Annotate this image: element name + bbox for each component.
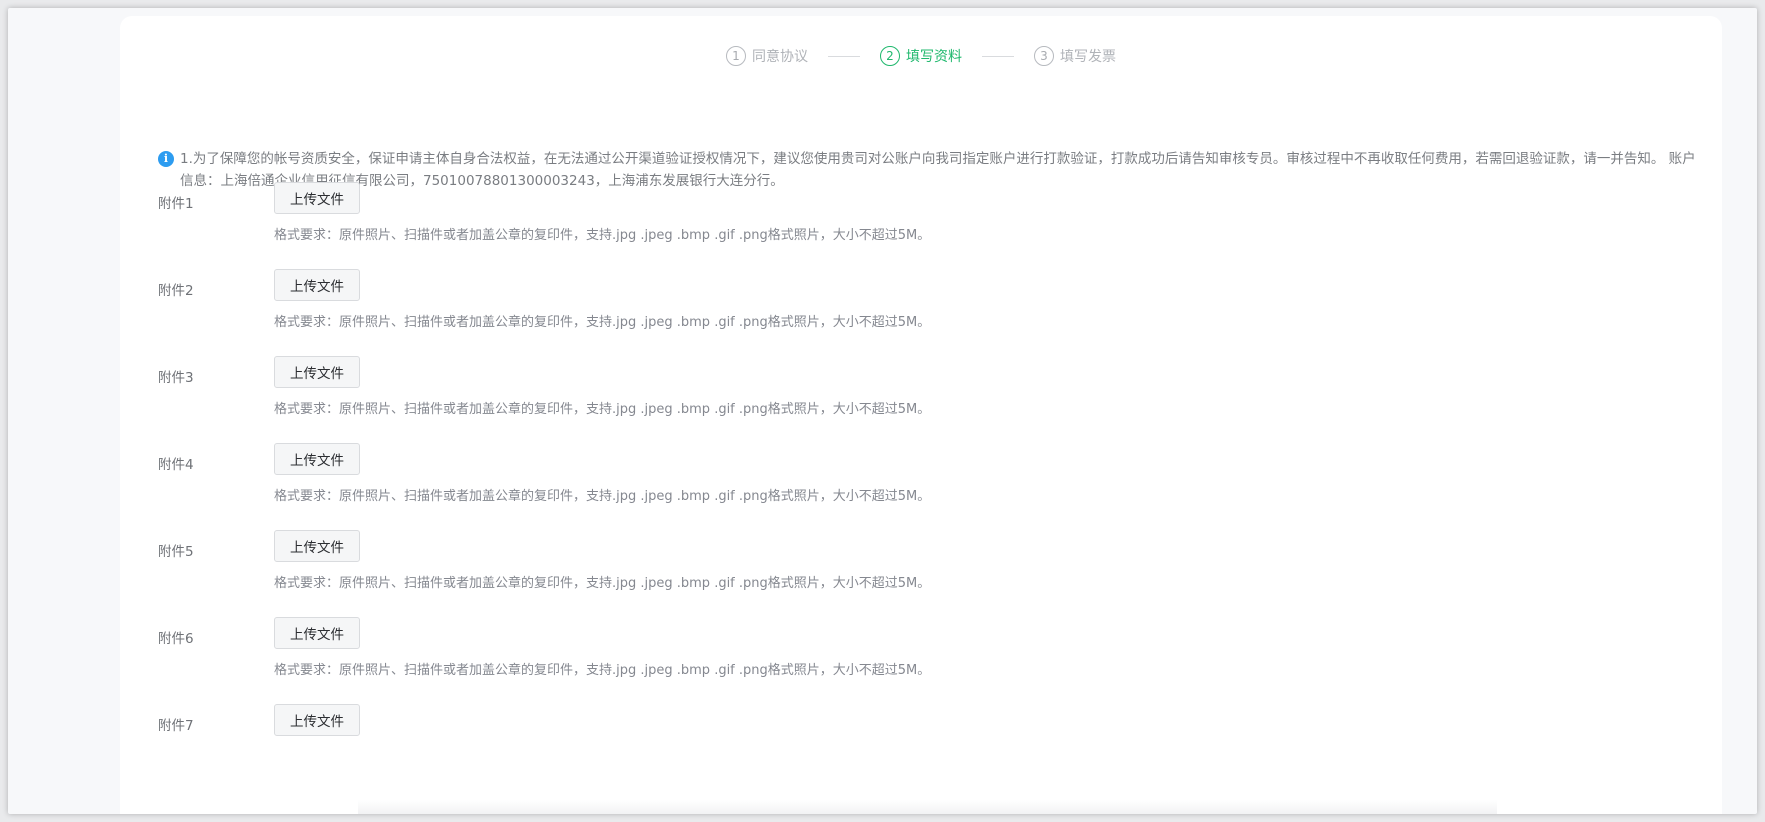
attachment-label: 附件3 xyxy=(158,370,194,386)
format-hint: 格式要求：原件照片、扫描件或者加盖公章的复印件，支持.jpg .jpeg .bm… xyxy=(274,576,931,591)
step-agree: 1 同意协议 xyxy=(726,46,808,66)
step-connector xyxy=(828,55,860,57)
form-card: 1 同意协议 2 填写资料 3 填写发票 i 1.为了保障您的帐号资质安全，保证… xyxy=(120,16,1722,814)
upload-file-button[interactable]: 上传文件 xyxy=(274,704,360,736)
step-number: 2 xyxy=(880,46,900,66)
attachment-label: 附件5 xyxy=(158,544,194,560)
attachment-row-6: 附件6 上传文件 格式要求：原件照片、扫描件或者加盖公章的复印件，支持.jpg … xyxy=(158,617,1158,707)
attachment-label: 附件1 xyxy=(158,196,194,212)
step-fill-invoice: 3 填写发票 xyxy=(1034,46,1116,66)
attachment-label: 附件2 xyxy=(158,283,194,299)
format-hint: 格式要求：原件照片、扫描件或者加盖公章的复印件，支持.jpg .jpeg .bm… xyxy=(274,663,931,678)
step-indicator: 1 同意协议 2 填写资料 3 填写发票 xyxy=(120,46,1722,66)
step-label: 填写发票 xyxy=(1060,49,1116,65)
format-hint: 格式要求：原件照片、扫描件或者加盖公章的复印件，支持.jpg .jpeg .bm… xyxy=(274,315,931,330)
scroll-fade xyxy=(358,800,1497,814)
step-number: 1 xyxy=(726,46,746,66)
upload-file-button[interactable]: 上传文件 xyxy=(274,269,360,301)
attachment-row-3: 附件3 上传文件 格式要求：原件照片、扫描件或者加盖公章的复印件，支持.jpg … xyxy=(158,356,1158,446)
attachment-row-4: 附件4 上传文件 格式要求：原件照片、扫描件或者加盖公章的复印件，支持.jpg … xyxy=(158,443,1158,533)
step-connector xyxy=(982,55,1014,57)
format-hint: 格式要求：原件照片、扫描件或者加盖公章的复印件，支持.jpg .jpeg .bm… xyxy=(274,228,931,243)
attachment-label: 附件6 xyxy=(158,631,194,647)
attachment-row-2: 附件2 上传文件 格式要求：原件照片、扫描件或者加盖公章的复印件，支持.jpg … xyxy=(158,269,1158,359)
attachment-row-5: 附件5 上传文件 格式要求：原件照片、扫描件或者加盖公章的复印件，支持.jpg … xyxy=(158,530,1158,620)
attachment-label: 附件7 xyxy=(158,718,194,734)
step-label: 填写资料 xyxy=(906,49,962,65)
attachment-label: 附件4 xyxy=(158,457,194,473)
attachment-row-7: 附件7 上传文件 xyxy=(158,704,1158,794)
step-fill-info: 2 填写资料 xyxy=(880,46,962,66)
upload-file-button[interactable]: 上传文件 xyxy=(274,356,360,388)
upload-file-button[interactable]: 上传文件 xyxy=(274,617,360,649)
info-icon: i xyxy=(158,151,174,167)
step-label: 同意协议 xyxy=(752,49,808,65)
upload-file-button[interactable]: 上传文件 xyxy=(274,182,360,214)
upload-file-button[interactable]: 上传文件 xyxy=(274,530,360,562)
window-frame: 1 同意协议 2 填写资料 3 填写发票 i 1.为了保障您的帐号资质安全，保证… xyxy=(8,8,1757,814)
format-hint: 格式要求：原件照片、扫描件或者加盖公章的复印件，支持.jpg .jpeg .bm… xyxy=(274,489,931,504)
upload-file-button[interactable]: 上传文件 xyxy=(274,443,360,475)
step-number: 3 xyxy=(1034,46,1054,66)
format-hint: 格式要求：原件照片、扫描件或者加盖公章的复印件，支持.jpg .jpeg .bm… xyxy=(274,402,931,417)
attachment-row-1: 附件1 上传文件 格式要求：原件照片、扫描件或者加盖公章的复印件，支持.jpg … xyxy=(158,182,1158,272)
